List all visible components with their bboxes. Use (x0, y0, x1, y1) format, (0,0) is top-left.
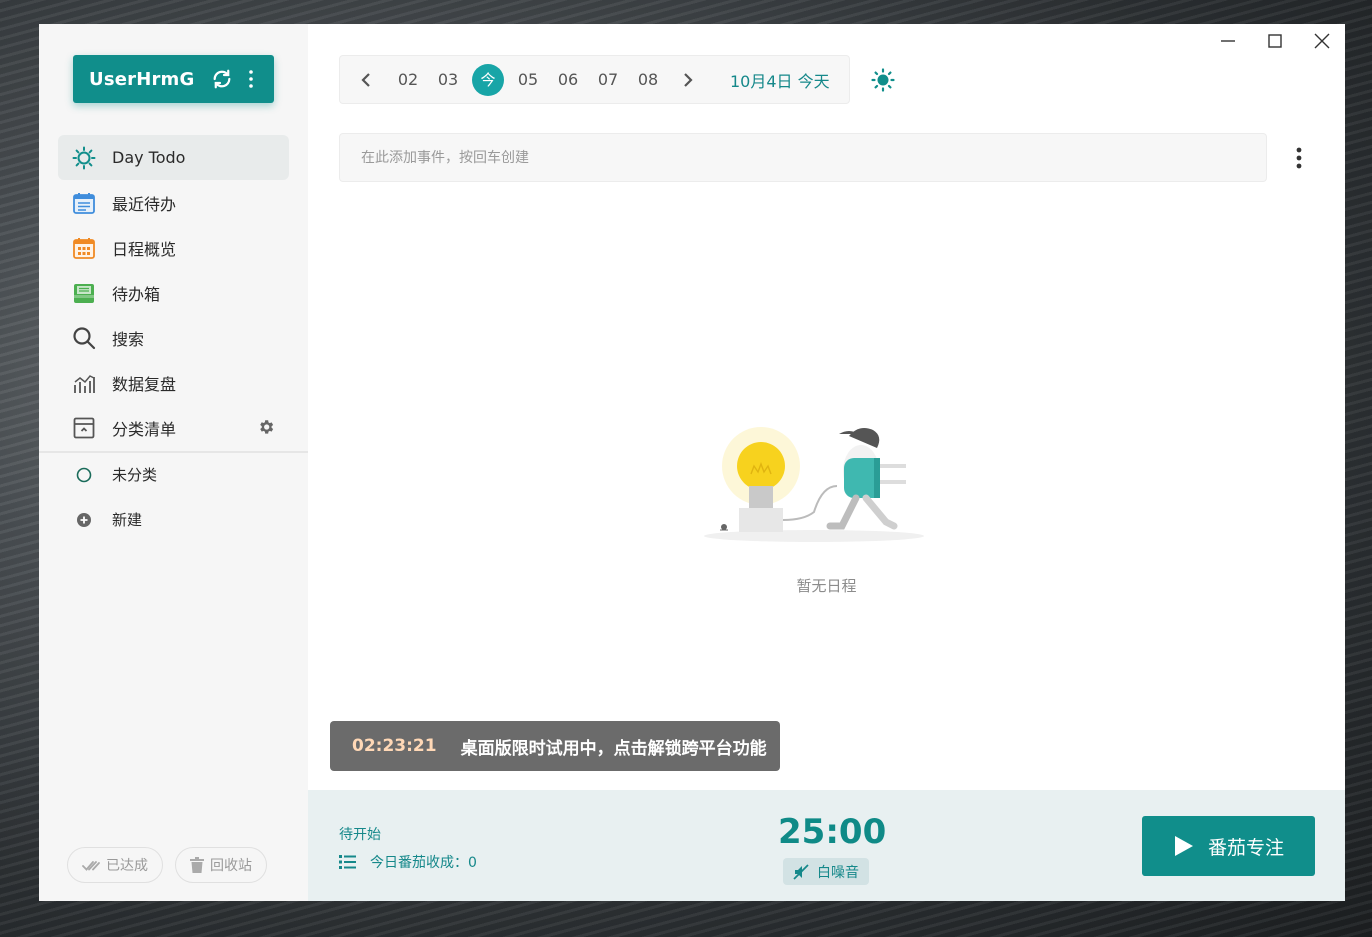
more-vertical-icon[interactable] (1295, 146, 1303, 170)
sync-icon[interactable] (211, 68, 233, 90)
trash-icon (190, 857, 204, 873)
day-button[interactable]: 02 (388, 70, 428, 89)
empty-state-text: 暂无日程 (796, 577, 857, 595)
nav-item-recent[interactable]: 最近待办 (58, 180, 289, 225)
pomodoro-footer: 待开始 今日番茄收成：0 25:00 白噪音 番茄专注 (308, 790, 1345, 901)
pomodoro-count[interactable]: 今日番茄收成：0 (339, 852, 477, 872)
category-label: 新建 (112, 511, 143, 529)
day-button[interactable]: 05 (508, 70, 548, 89)
nav-label: 分类清单 (112, 419, 177, 439)
add-event-input[interactable] (339, 133, 1267, 182)
nav-label: 最近待办 (112, 194, 177, 214)
week-date-bar: 02 03 今 05 06 07 08 10月4日 今天 (339, 55, 850, 104)
list-calendar-icon (72, 191, 96, 215)
white-noise-label: 白噪音 (817, 864, 859, 881)
done-button[interactable]: 已达成 (67, 847, 163, 883)
trash-button[interactable]: 回收站 (175, 847, 267, 883)
done-label: 已达成 (106, 858, 148, 874)
sun-icon (72, 146, 96, 170)
focus-label: 番茄专注 (1208, 836, 1285, 859)
minimize-icon[interactable] (1219, 32, 1237, 50)
nav-item-day-todo[interactable]: Day Todo (58, 135, 289, 180)
white-noise-button[interactable]: 白噪音 (783, 858, 869, 885)
prev-week-button[interactable] (356, 70, 376, 90)
day-button-today[interactable]: 今 (472, 63, 504, 96)
day-button[interactable]: 07 (588, 70, 628, 89)
more-vertical-icon[interactable] (248, 69, 254, 89)
nav-label: 数据复盘 (112, 374, 177, 394)
pomodoro-timer: 25:00 (778, 812, 887, 852)
theme-sun-icon[interactable] (871, 68, 895, 92)
search-icon (72, 326, 96, 350)
gear-icon[interactable] (257, 418, 275, 436)
double-check-icon (82, 861, 100, 871)
category-item-uncategorized[interactable]: 未分类 (58, 452, 289, 497)
main-nav: Day Todo 最近待办 日程概览 待办箱 搜索 数据复盘 分类清单 (58, 135, 289, 450)
play-icon (1175, 836, 1193, 856)
inbox-icon (72, 281, 96, 305)
circle-icon (72, 463, 96, 487)
nav-label: 日程概览 (112, 239, 177, 259)
app-window: UserHrmG Day Todo 最近待办 日程概览 待办箱 搜索 数据复盘 … (39, 24, 1345, 901)
user-account-button[interactable]: UserHrmG (73, 55, 274, 103)
trial-banner[interactable]: 02:23:21 桌面版限时试用中，点击解锁跨平台功能 (330, 721, 780, 771)
close-icon[interactable] (1313, 32, 1331, 50)
day-button[interactable]: 03 (428, 70, 468, 89)
nav-item-categories[interactable]: 分类清单 (58, 405, 289, 450)
current-date-label[interactable]: 10月4日 今天 (730, 68, 830, 92)
chevron-right-icon (684, 72, 693, 87)
day-button[interactable]: 08 (628, 70, 668, 89)
pomodoro-status: 待开始 (339, 827, 381, 843)
trial-countdown: 02:23:21 (352, 736, 437, 756)
nav-item-stats[interactable]: 数据复盘 (58, 360, 289, 405)
trash-label: 回收站 (210, 858, 252, 874)
next-week-button[interactable] (678, 70, 698, 90)
pomodoro-count-label: 今日番茄收成：0 (370, 855, 477, 871)
category-new-button[interactable]: 新建 (58, 497, 289, 542)
muted-sound-icon (793, 863, 809, 880)
pomodoro-focus-button[interactable]: 番茄专注 (1142, 816, 1315, 876)
bar-chart-icon (72, 371, 96, 395)
sidebar-bottom-actions: 已达成 回收站 (67, 847, 267, 883)
sidebar: UserHrmG Day Todo 最近待办 日程概览 待办箱 搜索 数据复盘 … (39, 24, 308, 901)
category-label: 未分类 (112, 466, 158, 484)
nav-label: 搜索 (112, 329, 145, 349)
list-icon (339, 855, 356, 869)
calendar-grid-icon (72, 236, 96, 260)
chevron-left-icon (361, 72, 370, 87)
category-list: 未分类 新建 (58, 452, 289, 542)
maximize-icon[interactable] (1266, 32, 1284, 50)
trial-message: 桌面版限时试用中，点击解锁跨平台功能 (460, 738, 767, 759)
nav-item-search[interactable]: 搜索 (58, 315, 289, 360)
user-name: UserHrmG (89, 68, 195, 90)
plus-circle-icon (72, 508, 96, 532)
day-button[interactable]: 06 (548, 70, 588, 89)
archive-icon (72, 416, 96, 440)
nav-item-inbox[interactable]: 待办箱 (58, 270, 289, 315)
nav-label: 待办箱 (112, 284, 161, 304)
nav-item-schedule[interactable]: 日程概览 (58, 225, 289, 270)
nav-label: Day Todo (112, 148, 186, 167)
empty-state-illustration (704, 427, 924, 542)
